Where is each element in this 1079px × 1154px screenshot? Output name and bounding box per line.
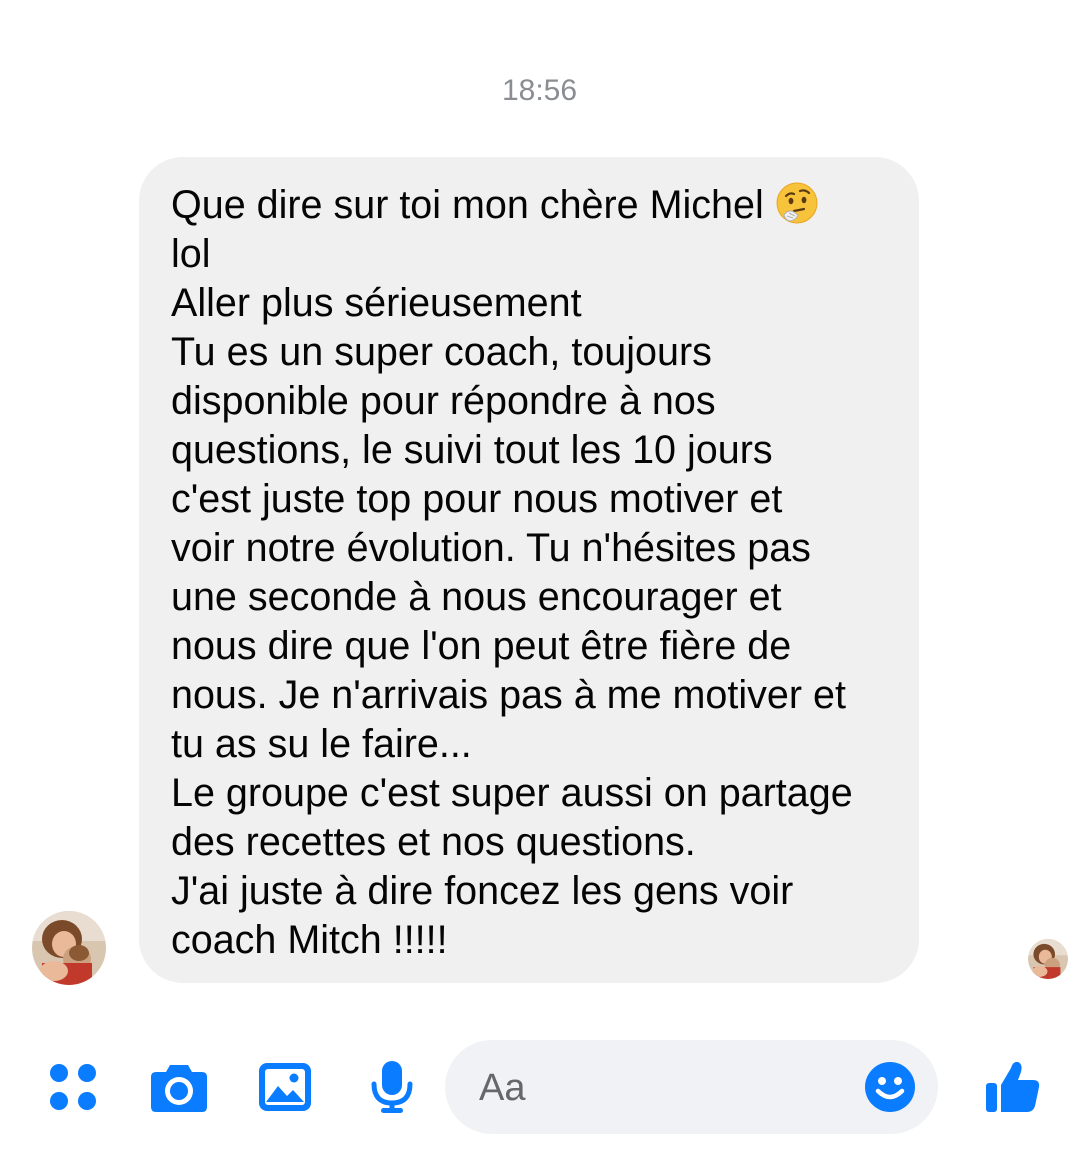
message-composer[interactable] [445,1040,938,1134]
voice-message-button[interactable] [369,1060,415,1119]
message-line: Le groupe c'est super aussi on partage [171,771,853,815]
message-line: c'est juste top pour nous motiver et [171,477,783,521]
message-line: tu as su le faire... [171,722,472,766]
four-dots-icon [50,1064,96,1110]
message-line: des recettes et nos questions. [171,820,696,864]
message-line: voir notre évolution. Tu n'hésites pas [171,526,811,570]
smiley-icon [865,1062,915,1112]
message-line: lol [171,232,211,276]
message-line: une seconde à nous encourager et [171,575,782,619]
gallery-button[interactable] [258,1062,312,1117]
message-line: J'ai juste à dire foncez les gens voir [171,869,794,913]
message-line: Que dire sur toi mon chère Michel [171,181,889,230]
message-line: coach Mitch !!!!! [171,918,448,962]
image-icon [259,1063,311,1111]
camera-button[interactable] [150,1063,208,1118]
microphone-icon [371,1061,413,1113]
message-line: disponible pour répondre à nos [171,379,716,423]
message-line: nous dire que l'on peut être fière de [171,624,792,668]
camera-icon [151,1065,207,1112]
message-line: Aller plus sérieusement [171,281,582,325]
message-line: questions, le suivi tout les 10 jours [171,428,773,472]
more-actions-button[interactable] [48,1062,98,1117]
read-receipt-avatar-photo [1028,939,1068,979]
sender-avatar-photo [32,911,106,985]
like-button[interactable] [985,1058,1041,1119]
message-line: nous. Je n'arrivais pas à me motiver et [171,673,846,717]
emoji-button[interactable] [864,1061,916,1118]
message-timestamp: 18:56 [501,74,578,107]
read-receipt-avatar [1028,939,1068,979]
message-line: Tu es un super coach, toujours [171,330,712,374]
thumbs-up-icon [986,1061,1040,1112]
message-input[interactable] [477,1064,861,1112]
message-bubble[interactable]: Que dire sur toi mon chère Michel lol Al… [139,157,919,983]
sender-avatar[interactable] [32,911,106,985]
thinking-face-emoji-icon [776,182,818,224]
